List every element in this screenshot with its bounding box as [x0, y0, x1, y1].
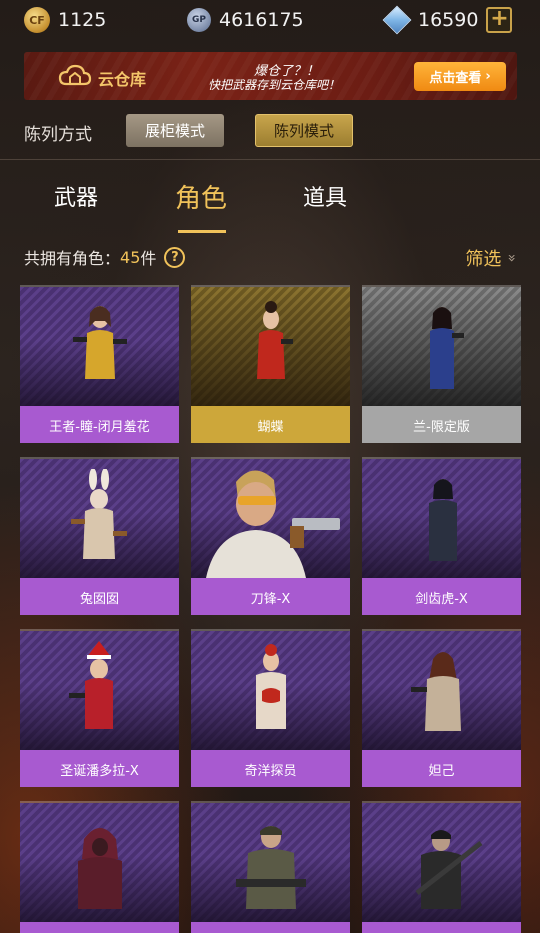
character-card[interactable]: 圣诞潘多拉-X	[20, 629, 179, 787]
owned-count-prefix: 共拥有角色：	[24, 249, 121, 268]
character-name: 刀锋-X	[191, 578, 350, 615]
character-name: 蝴蝶	[191, 406, 350, 443]
character-portrait	[20, 459, 179, 578]
coin-amount: 1125	[58, 9, 107, 31]
active-tab-indicator	[178, 230, 226, 233]
owned-count-unit: 件	[140, 249, 157, 268]
soldier-figure-icon	[235, 825, 306, 909]
character-portrait	[191, 803, 350, 922]
character-card[interactable]: 兰-限定版	[362, 285, 521, 443]
tab-weapons[interactable]: 武器	[54, 180, 98, 212]
female-agent-figure-icon	[429, 306, 464, 389]
character-name	[20, 922, 179, 933]
character-card[interactable]: 剑齿虎-X	[362, 457, 521, 615]
character-portrait	[362, 459, 521, 578]
character-portrait	[191, 287, 350, 406]
male-agent-figure-icon	[205, 469, 340, 578]
tab-characters[interactable]: 角色	[175, 178, 227, 215]
arrangement-label: 陈列方式	[24, 125, 92, 145]
character-card[interactable]: 蝴蝶	[191, 285, 350, 443]
character-portrait	[191, 631, 350, 750]
hooded-figure-icon	[77, 827, 122, 909]
filter-button[interactable]: 筛选 »	[465, 245, 519, 271]
view-button-label: 点击查看	[429, 71, 482, 86]
character-card[interactable]: 兔囡囡	[20, 457, 179, 615]
santa-girl-figure-icon	[68, 640, 113, 729]
sniper-figure-icon	[414, 829, 483, 909]
character-card[interactable]: 刀锋-X	[191, 457, 350, 615]
bunny-girl-figure-icon	[70, 468, 127, 559]
character-portrait	[362, 631, 521, 750]
showcase-mode-button[interactable]: 展柜模式	[126, 114, 224, 147]
character-portrait	[362, 803, 521, 922]
character-card[interactable]: 奇洋探员	[191, 629, 350, 787]
cloud-warehouse-banner[interactable]: 云仓库 爆仓了？！ 快把武器存到云仓库吧！ 点击查看 ›	[24, 52, 517, 100]
filter-label: 筛选	[465, 249, 502, 270]
female-agent-figure-icon	[72, 305, 127, 379]
character-name: 兔囡囡	[20, 578, 179, 615]
chevron-down-icon: »	[503, 253, 520, 263]
character-card[interactable]	[191, 801, 350, 933]
character-portrait	[20, 631, 179, 750]
female-agent-figure-icon	[255, 643, 286, 729]
help-icon[interactable]: ?	[164, 246, 186, 268]
owned-count-number: 45	[120, 247, 141, 267]
diamond-balance: 16590 +	[382, 5, 513, 35]
owned-count: 共拥有角色： 45 件 ?	[24, 245, 186, 269]
character-name: 奇洋探员	[191, 750, 350, 787]
tab-items[interactable]: 道具	[303, 180, 347, 212]
divider	[0, 159, 540, 160]
diamond-amount: 16590	[418, 9, 479, 31]
display-mode-button[interactable]: 陈列模式	[255, 114, 353, 147]
cloud-house-icon	[58, 64, 92, 86]
resource-bar: CF 1125 GP 4616175 16590 +	[0, 0, 540, 40]
gp-amount: 4616175	[219, 9, 304, 31]
character-portrait	[20, 287, 179, 406]
view-button[interactable]: 点击查看 ›	[414, 62, 506, 91]
female-agent-figure-icon	[410, 651, 461, 731]
diamond-icon	[382, 5, 412, 35]
character-name: 兰-限定版	[362, 406, 521, 443]
character-name	[191, 922, 350, 933]
character-portrait	[191, 459, 350, 578]
character-portrait	[362, 287, 521, 406]
character-portrait	[20, 803, 179, 922]
banner-subline: 快把武器存到云仓库吧！	[208, 78, 341, 92]
character-name: 王者-瞳-闭月羞花	[20, 406, 179, 443]
coin-balance: CF 1125	[24, 6, 106, 34]
banner-title: 云仓库	[98, 70, 147, 89]
gp-balance: GP 4616175	[187, 6, 304, 34]
character-card[interactable]: 王者-瞳-闭月羞花	[20, 285, 179, 443]
character-name	[362, 922, 521, 933]
female-agent-figure-icon	[256, 300, 293, 379]
add-diamond-button[interactable]: +	[486, 7, 513, 33]
character-card[interactable]: 妲己	[362, 629, 521, 787]
character-name: 妲己	[362, 750, 521, 787]
chevron-right-icon: ›	[485, 69, 491, 84]
character-name: 圣诞潘多拉-X	[20, 750, 179, 787]
character-name: 剑齿虎-X	[362, 578, 521, 615]
character-card[interactable]	[362, 801, 521, 933]
gp-icon: GP	[187, 8, 211, 32]
cf-coin-icon: CF	[24, 7, 50, 33]
character-card[interactable]	[20, 801, 179, 933]
female-agent-figure-icon	[428, 478, 457, 561]
